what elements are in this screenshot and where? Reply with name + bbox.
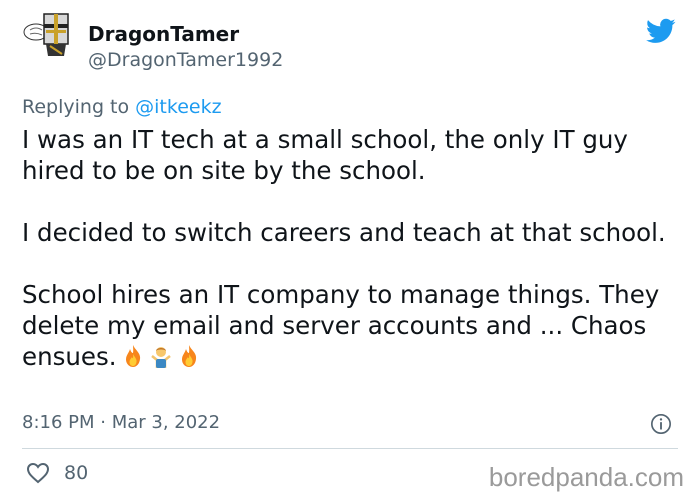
tweet-paragraph: School hires an IT company to manage thi…: [22, 279, 690, 372]
twitter-bird-icon: [646, 18, 676, 43]
like-count: 80: [64, 462, 89, 484]
like-button[interactable]: 80: [26, 462, 88, 484]
tweet-paragraph: I was an IT tech at a small school, the …: [22, 125, 628, 185]
reply-mention-link[interactable]: @itkeekz: [135, 96, 221, 118]
user-handle[interactable]: @DragonTamer1992: [88, 49, 283, 71]
replying-to: Replying to @itkeekz: [22, 96, 222, 118]
tweet-text: I was an IT tech at a small school, the …: [22, 124, 690, 372]
fire-emoji: [125, 345, 140, 367]
info-icon[interactable]: [650, 413, 672, 435]
tweet-paragraph: I decided to switch careers and teach at…: [22, 218, 666, 247]
avatar[interactable]: [22, 10, 74, 62]
fire-emoji: [181, 345, 196, 367]
tweet-paragraph-text: School hires an IT company to manage thi…: [22, 280, 660, 371]
man-shrugging-emoji: [150, 347, 171, 368]
tweet-timestamp[interactable]: 8:16 PM · Mar 3, 2022: [22, 412, 220, 433]
divider: [22, 448, 678, 449]
reply-prefix: Replying to: [22, 96, 136, 118]
heart-icon: [26, 462, 50, 484]
watermark: boredpanda.com: [488, 462, 684, 492]
display-name[interactable]: DragonTamer: [88, 22, 239, 46]
